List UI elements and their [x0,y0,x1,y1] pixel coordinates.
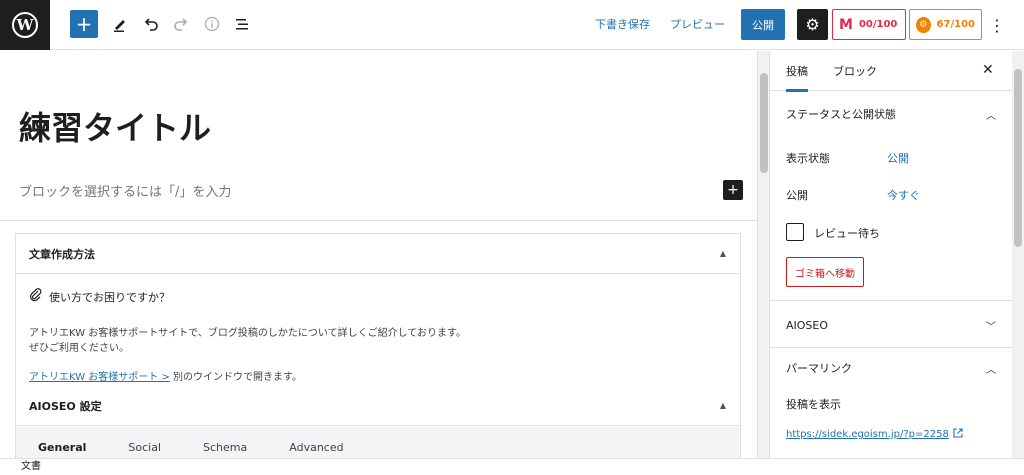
redo-icon[interactable] [170,13,192,35]
meta-boxes-area: 文章作成方法 ▲ 使い方でお困りですか？ アトリエKW お客様サポートサイトで、… [0,220,757,458]
help-link-row: アトリエKW お客様サポート > 別のウインドウで開きます。 [29,368,302,383]
support-link[interactable]: アトリエKW お客様サポート > [29,372,170,383]
help-box-header[interactable]: 文章作成方法 ▲ [16,234,740,274]
publish-date-value[interactable]: 今すぐ [887,187,920,203]
gear-icon: ⚙ [805,15,820,34]
editor-scroll-thumb[interactable] [760,73,768,173]
more-options-icon[interactable]: ⋮ [989,14,1005,36]
info-icon[interactable] [201,13,223,35]
publish-button[interactable]: 公開 [741,9,785,40]
score-logo-icon: M [839,16,853,33]
editor-scrollbar[interactable] [757,51,769,458]
save-draft-button[interactable]: 下書き保存 [595,16,650,32]
sidebar-scroll-thumb[interactable] [1014,69,1022,247]
seo-score-red-value: 00/100 [858,19,898,30]
tab-schema[interactable]: Schema [203,427,269,458]
visibility-value[interactable]: 公開 [887,150,909,166]
undo-icon[interactable] [140,13,162,35]
close-icon[interactable]: ✕ [982,62,994,78]
block-placeholder[interactable]: ブロックを選択するには「/」を入力 [19,181,231,200]
add-block-button[interactable]: + [70,10,98,38]
status-section-header[interactable]: ステータスと公開状態 ︿ [786,106,996,122]
list-view-icon[interactable] [231,13,253,35]
settings-sidebar: 投稿 ブロック ✕ ステータスと公開状態 ︿ 表示状態 公開 公開 今すぐ レビ… [769,51,1024,458]
breadcrumb-document[interactable]: 文書 [21,461,41,472]
settings-button[interactable]: ⚙ [797,9,828,40]
tab-block[interactable]: ブロック [833,63,877,79]
aioseo-section-title: AIOSEO [786,319,829,332]
permalink-section-title: パーマリンク [786,362,852,375]
publish-label: 公開 [786,189,808,202]
aioseo-score-button[interactable]: ⚙ 67/100 [909,9,982,40]
wordpress-logo-button[interactable]: W [0,0,50,50]
collapse-caret-icon[interactable]: ▲ [720,401,726,410]
sidebar-scrollbar[interactable] [1012,51,1024,458]
chevron-up-icon: ︿ [986,364,996,376]
block-breadcrumb: 文書 [0,458,1024,475]
wordpress-icon: W [12,12,38,38]
collapse-caret-icon[interactable]: ▲ [720,249,726,258]
chevron-up-icon: ︿ [986,110,996,122]
aioseo-section-header[interactable]: AIOSEO ﹀ [786,318,996,333]
preview-button[interactable]: プレビュー [670,16,725,32]
edit-pen-icon[interactable] [109,13,131,35]
permalink-link[interactable]: https://sidek.egoism.jp/?p=2258 [786,428,963,441]
aioseo-score-value: 67/100 [936,19,975,30]
external-link-icon [953,428,963,441]
aioseo-gear-icon: ⚙ [916,16,931,33]
support-link-note: 別のウインドウで開きます。 [169,372,303,383]
help-question-row: 使い方でお困りですか？ [29,288,170,305]
tab-social[interactable]: Social [128,427,183,458]
help-desc-line-1: アトリエKW お客様サポートサイトで、ブログ投稿のしかたについて詳しくご紹介して… [29,328,466,339]
post-title[interactable]: 練習タイトル [19,103,211,149]
help-desc-line-2: ぜひご利用ください。 [29,343,129,354]
permalink-url[interactable]: https://sidek.egoism.jp/?p=2258 [786,429,949,440]
editor-canvas: 練習タイトル ブロックを選択するには「/」を入力 + 文章作成方法 ▲ 使い方で… [0,51,757,458]
chevron-down-icon: ﹀ [986,322,996,333]
permalink-section-header[interactable]: パーマリンク ︿ [786,360,996,376]
aioseo-box-title: AIOSEO 設定 [29,399,102,413]
pending-review-label[interactable]: レビュー待ち [814,225,880,241]
status-section-title: ステータスと公開状態 [786,108,896,121]
help-meta-box: 文章作成方法 ▲ 使い方でお困りですか？ アトリエKW お客様サポートサイトで、… [15,233,741,387]
divider [770,300,1013,301]
tab-general[interactable]: General [38,427,108,458]
editor-toolbar: W + 下書き保存 プレビュー 公開 ⚙ M 00/100 ⚙ 67/100 ⋮ [0,0,1024,50]
aioseo-tabs: General Social Schema Advanced [16,427,740,458]
aioseo-meta-box: AIOSEO 設定 ▲ General Social Schema Advanc… [15,386,741,458]
seo-score-red-button[interactable]: M 00/100 [832,9,906,40]
pending-review-checkbox[interactable] [786,223,804,241]
visibility-label: 表示状態 [786,152,830,165]
paperclip-icon [29,288,43,305]
aioseo-box-header[interactable]: AIOSEO 設定 ▲ [16,386,740,426]
view-post-label: 投稿を表示 [786,398,841,411]
move-to-trash-button[interactable]: ゴミ箱へ移動 [786,257,864,287]
help-box-title: 文章作成方法 [29,247,95,261]
tab-advanced[interactable]: Advanced [289,427,365,458]
sidebar-tabs: 投稿 ブロック ✕ [770,51,1024,92]
divider [770,347,1013,348]
help-question: 使い方でお困りですか？ [49,290,170,304]
help-description: アトリエKW お客様サポートサイトで、ブログ投稿のしかたについて詳しくご紹介して… [29,326,466,356]
tab-post[interactable]: 投稿 [786,63,808,92]
inline-add-block-button[interactable]: + [723,180,743,200]
